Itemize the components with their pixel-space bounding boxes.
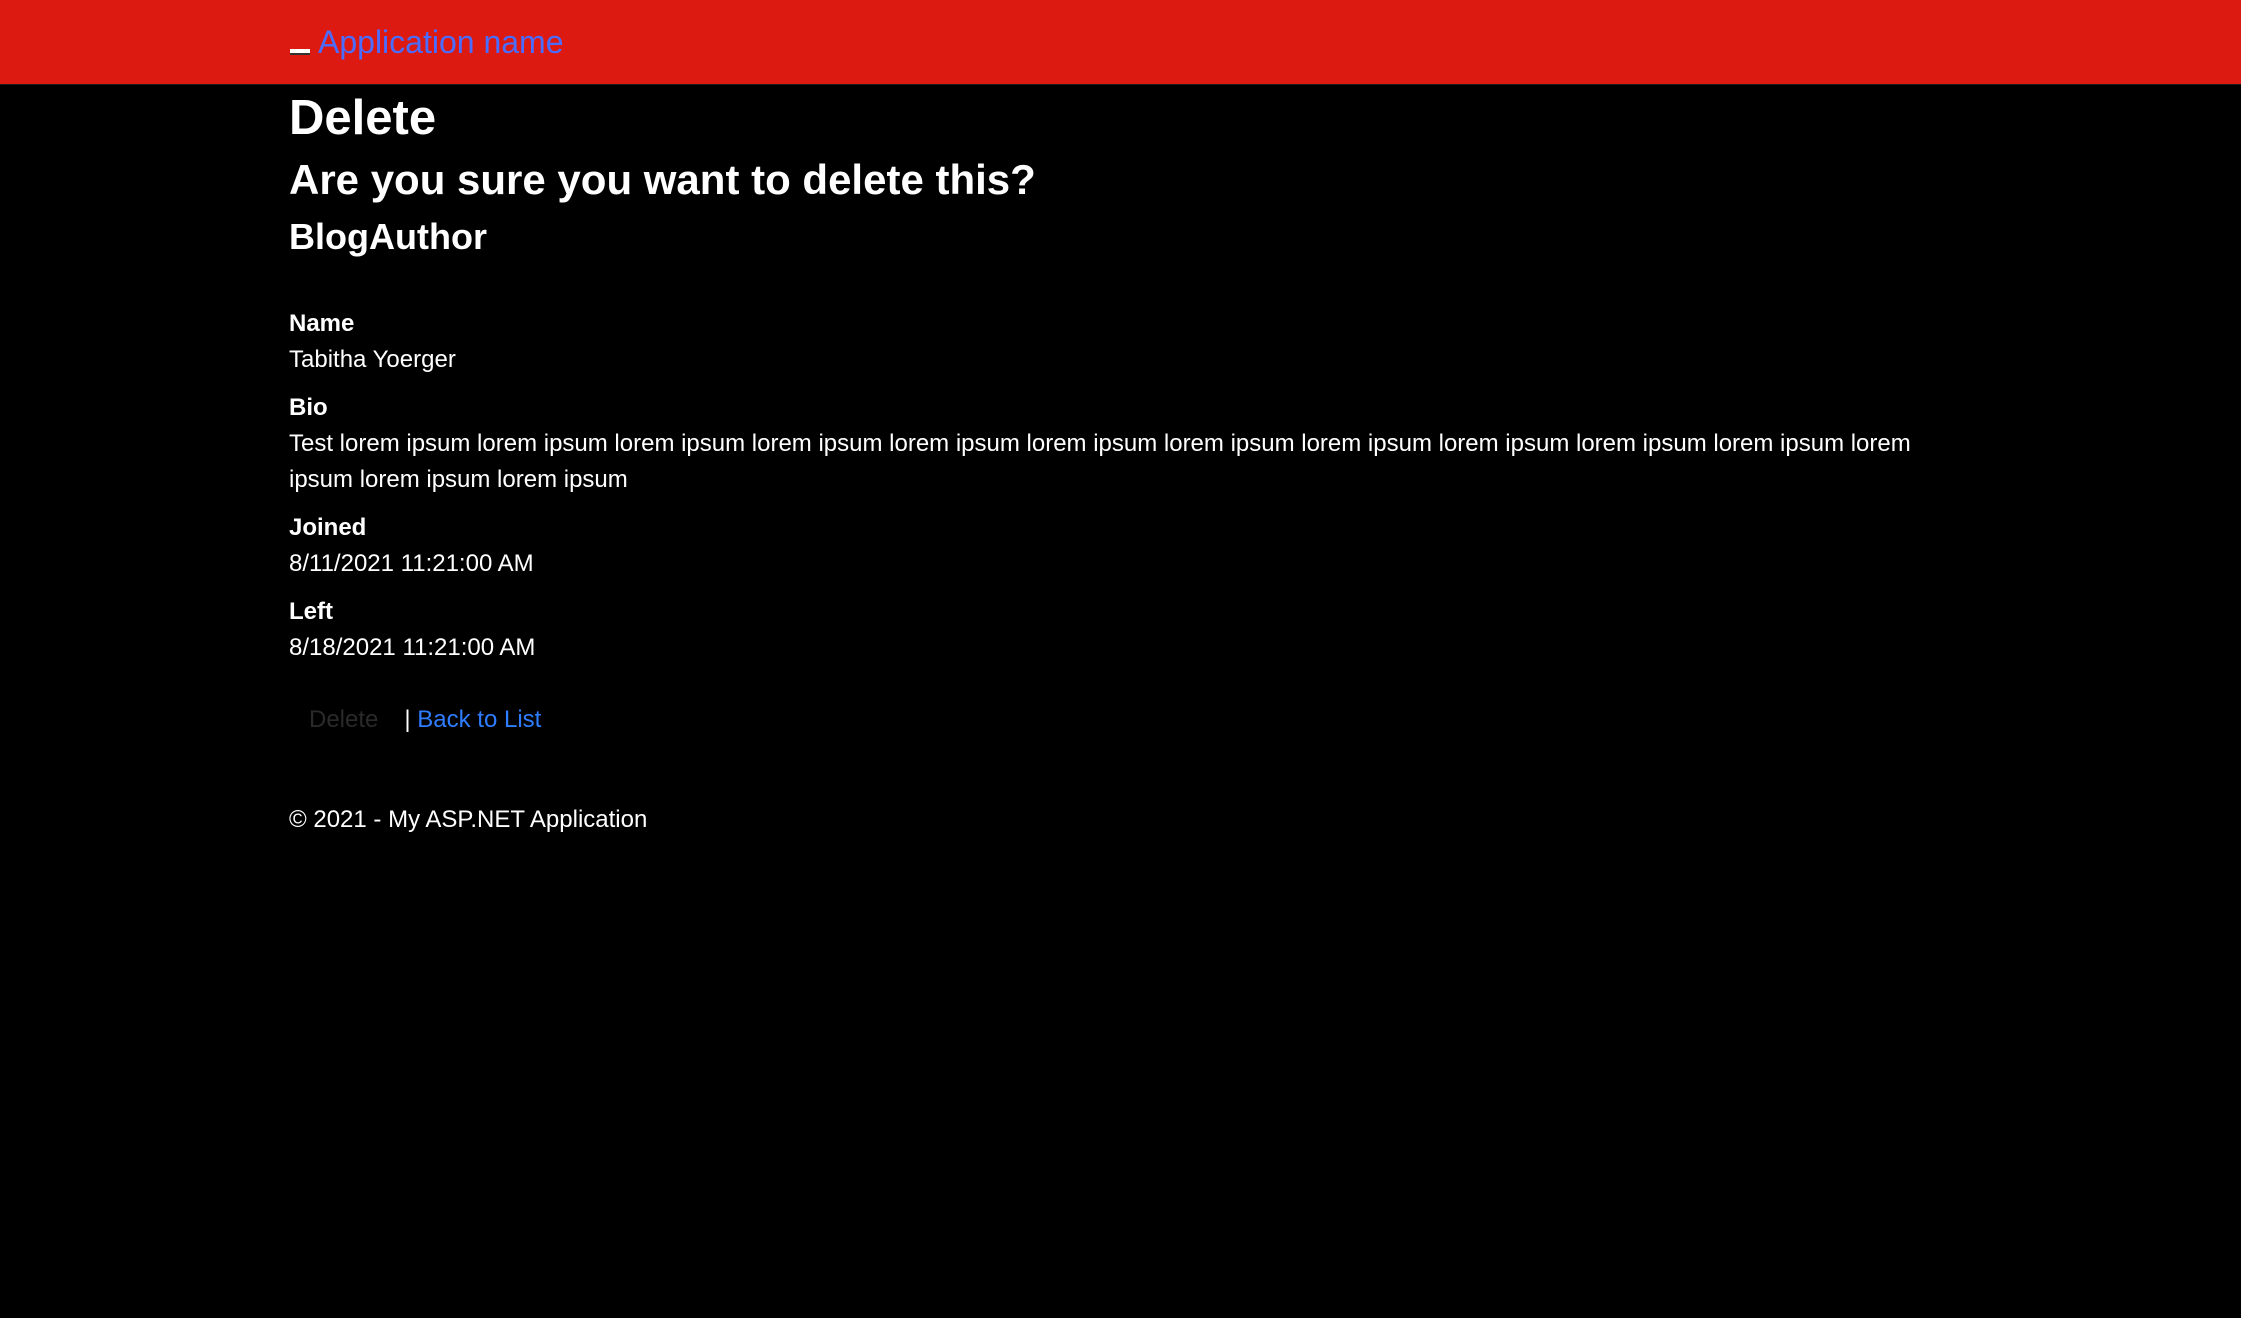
detail-value-bio: Test lorem ipsum lorem ipsum lorem ipsum… — [289, 430, 1911, 493]
back-to-list-link[interactable]: Back to List — [417, 706, 541, 733]
delete-button[interactable]: Delete — [289, 700, 398, 740]
navbar: Application name — [0, 0, 2241, 85]
detail-label-left: Left — [289, 598, 333, 625]
menu-icon[interactable] — [290, 49, 310, 55]
detail-label-bio: Bio — [289, 394, 328, 421]
action-separator: | — [404, 706, 411, 733]
brand-link[interactable]: Application name — [318, 22, 563, 62]
detail-label-name: Name — [289, 310, 355, 337]
detail-value-joined: 8/11/2021 11:21:00 AM — [289, 550, 534, 577]
detail-label-joined: Joined — [289, 514, 367, 541]
detail-value-left: 8/18/2021 11:21:00 AM — [289, 634, 536, 661]
detail-value-name: Tabitha Yoerger — [289, 346, 456, 373]
details-list: Name Tabitha Yoerger Bio Test lorem ipsu… — [289, 306, 1949, 678]
footer: © 2021 - My ASP.NET Application — [289, 806, 648, 833]
page-title: Delete — [289, 91, 437, 145]
confirm-question: Are you sure you want to delete this? — [289, 156, 1036, 203]
entity-name: BlogAuthor — [289, 216, 487, 257]
form-actions: Delete | Back to List — [289, 700, 541, 740]
